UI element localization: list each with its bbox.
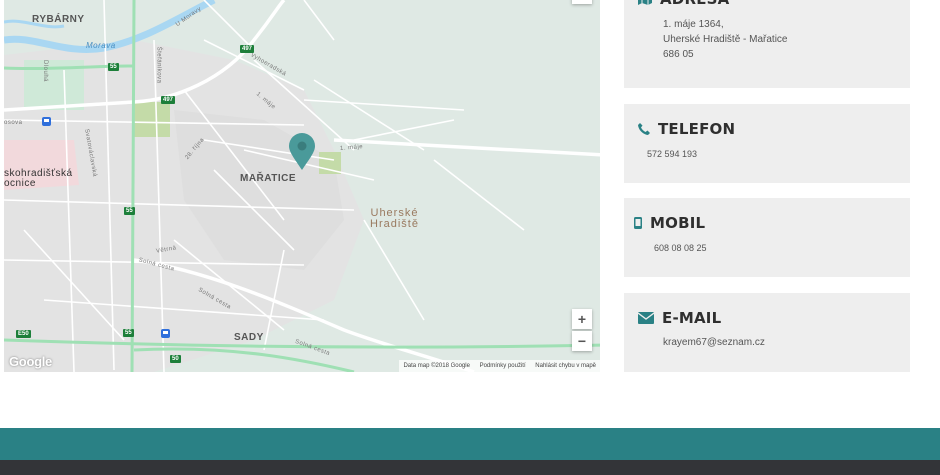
phone-icon bbox=[638, 121, 650, 139]
shield-55-b: 55 bbox=[124, 207, 135, 215]
address-card: ADRESA 1. máje 1364, Uherské Hradiště - … bbox=[624, 0, 910, 88]
zoom-out-button[interactable]: − bbox=[572, 331, 592, 351]
phone-card: TELEFON 572 594 193 bbox=[624, 104, 910, 183]
street-osova: osova bbox=[4, 120, 23, 126]
hospital-line-2: ocnice bbox=[4, 178, 36, 189]
map-embed[interactable]: RYBÁRNY MAŘATICE SADY Uherské Hradiště s… bbox=[4, 0, 600, 372]
google-logo[interactable]: Google bbox=[9, 354, 52, 369]
place-uherske-hradiste: Uherské Hradiště bbox=[370, 208, 419, 230]
address-body: 1. máje 1364, Uherské Hradiště - Mařatic… bbox=[663, 17, 787, 62]
attribution-data[interactable]: Data map ©2018 Google bbox=[403, 363, 469, 369]
river-morava: Morava bbox=[86, 41, 116, 50]
phone-title: TELEFON bbox=[638, 120, 735, 139]
address-line-1: 1. máje 1364, bbox=[663, 19, 724, 30]
street-dlouha: Dlouhá bbox=[42, 59, 49, 83]
street-stefanikova: Štefánikova bbox=[155, 46, 162, 84]
map-icon bbox=[638, 0, 652, 9]
envelope-icon bbox=[637, 310, 655, 328]
bus-stop-icon bbox=[42, 117, 51, 126]
shield-55-c: 55 bbox=[123, 329, 134, 337]
address-title-text: ADRESA bbox=[660, 0, 729, 8]
shield-e50: E50 bbox=[16, 330, 31, 338]
fullscreen-button[interactable] bbox=[572, 0, 592, 4]
phone-value[interactable]: 572 594 193 bbox=[647, 147, 697, 162]
map-canvas bbox=[4, 0, 600, 372]
mobile-title-text: MOBIL bbox=[650, 214, 706, 232]
address-title: ADRESA bbox=[638, 0, 729, 9]
email-card: E-MAIL krayem67@seznam.cz bbox=[624, 293, 910, 372]
shield-55-a: 55 bbox=[108, 63, 119, 71]
email-title-text: E-MAIL bbox=[662, 309, 722, 327]
mobile-icon bbox=[634, 215, 642, 233]
bus-stop-icon bbox=[161, 329, 170, 338]
phone-title-text: TELEFON bbox=[658, 120, 736, 138]
email-value[interactable]: krayem67@seznam.cz bbox=[663, 335, 765, 350]
shield-497-b: 497 bbox=[161, 96, 176, 104]
mobile-card: MOBIL 608 08 08 25 bbox=[624, 198, 910, 277]
attribution-terms[interactable]: Podmínky použití bbox=[480, 363, 526, 369]
place-maratice: MAŘATICE bbox=[240, 173, 297, 184]
address-line-2: Uherské Hradiště - Mařatice bbox=[663, 34, 788, 45]
mobile-title: MOBIL bbox=[634, 214, 705, 233]
footer-accent-bar bbox=[0, 428, 940, 460]
email-title: E-MAIL bbox=[637, 309, 722, 328]
zoom-in-button[interactable]: + bbox=[572, 309, 592, 329]
place-sady: SADY bbox=[234, 332, 264, 343]
place-hospital: skohradišťská ocnice bbox=[4, 169, 73, 189]
shield-50: 50 bbox=[170, 355, 181, 363]
map-attribution: Data map ©2018 Google Podmínky použití N… bbox=[399, 360, 600, 372]
place-rybarny: RYBÁRNY bbox=[32, 14, 85, 25]
shield-497-a: 497 bbox=[240, 45, 255, 53]
attribution-report[interactable]: Nahlásit chybu v mapě bbox=[535, 363, 596, 369]
address-line-3: 686 05 bbox=[663, 49, 694, 60]
footer-bottom-bar bbox=[0, 460, 940, 475]
mobile-value[interactable]: 608 08 08 25 bbox=[654, 241, 707, 256]
city-line-2: Hradiště bbox=[370, 218, 419, 230]
